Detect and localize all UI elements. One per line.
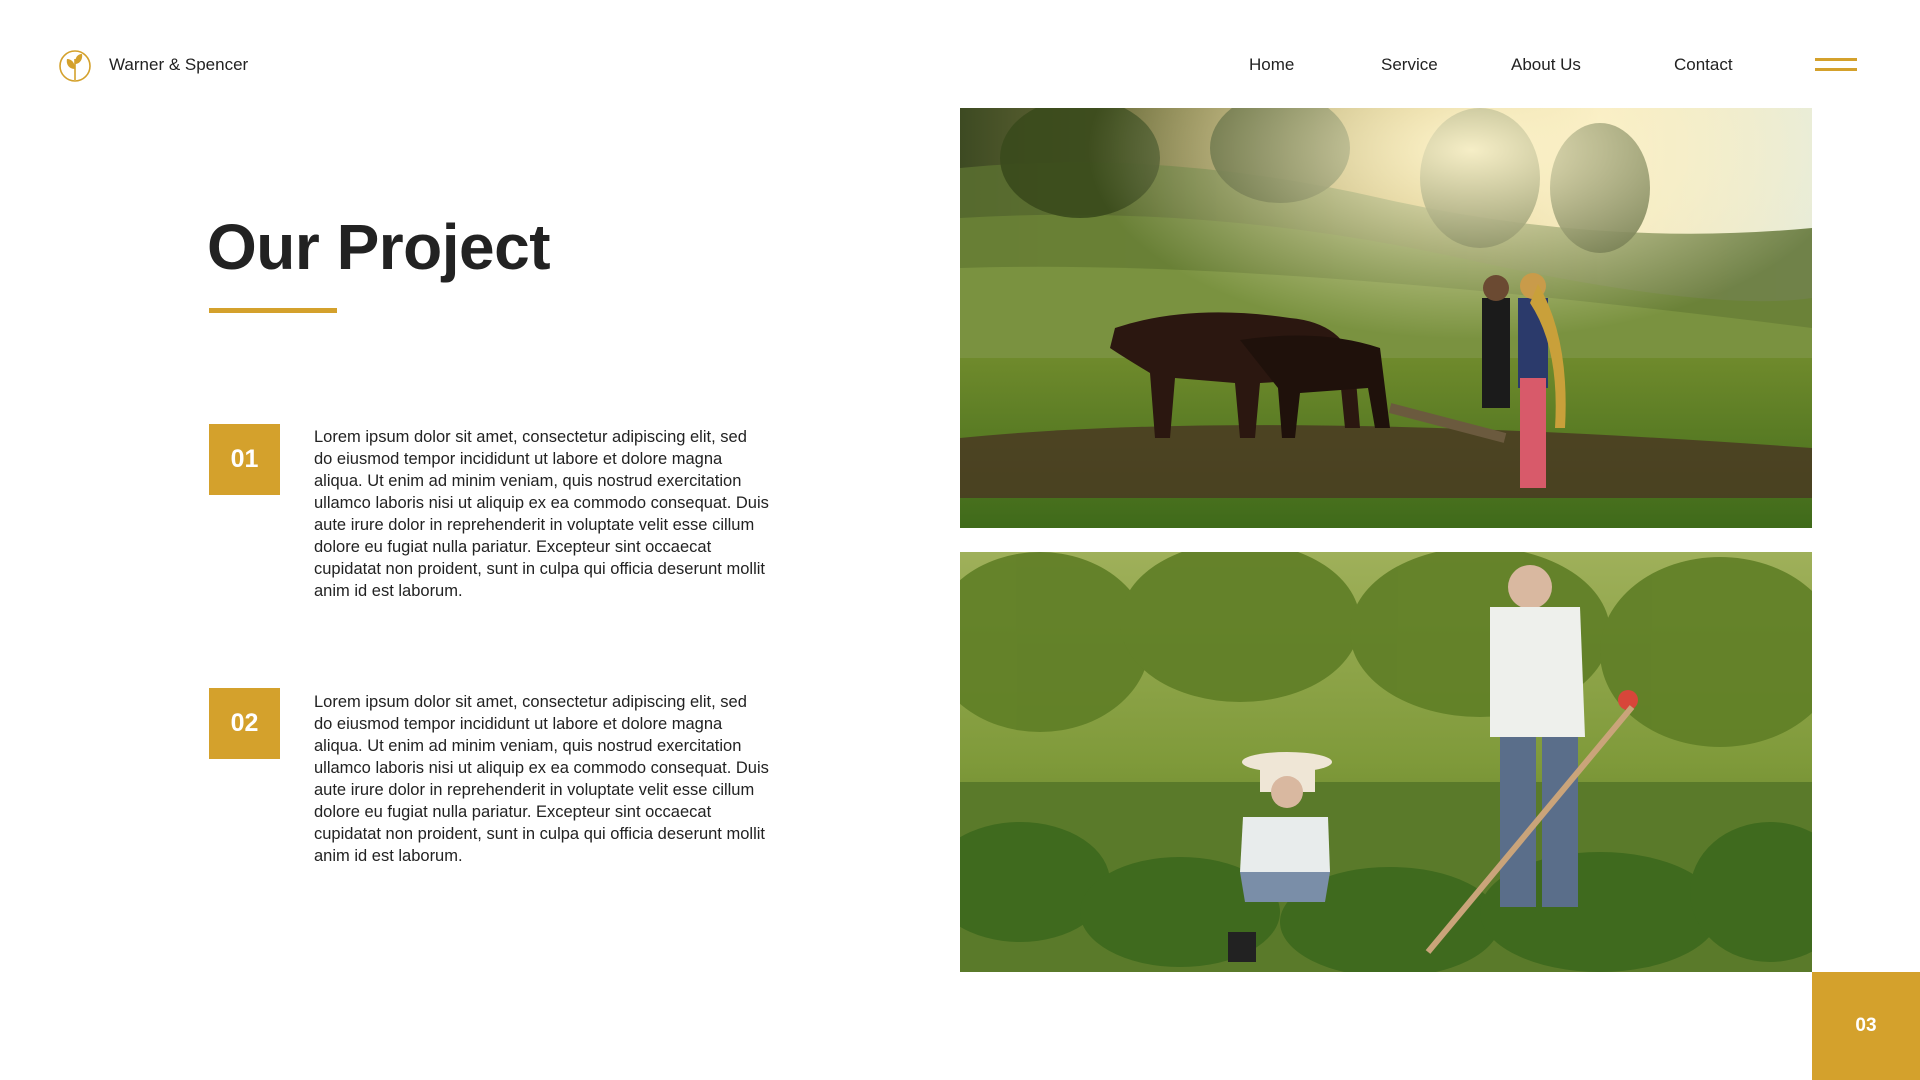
hamburger-icon[interactable] [1815,58,1857,74]
nav-about-us[interactable]: About Us [1511,55,1581,75]
nav-service[interactable]: Service [1381,55,1438,75]
hamburger-line [1815,58,1857,61]
item-description: Lorem ipsum dolor sit amet, consectetur … [314,693,769,865]
page-title: Our Project [207,211,551,283]
farm-plowing-photo [960,108,1812,528]
item-number-badge: 01 [209,424,280,495]
title-underline [209,308,337,313]
brand-name[interactable]: Warner & Spencer [109,55,248,75]
page-number-badge: 03 [1812,972,1920,1080]
leaf-sprout-icon[interactable] [58,47,92,83]
nav-contact[interactable]: Contact [1674,55,1733,75]
item-description: Lorem ipsum dolor sit amet, consectetur … [314,428,769,600]
gardeners-photo [960,552,1812,972]
item-number-badge: 02 [209,688,280,759]
nav-home[interactable]: Home [1249,55,1294,75]
hamburger-line [1815,68,1857,71]
